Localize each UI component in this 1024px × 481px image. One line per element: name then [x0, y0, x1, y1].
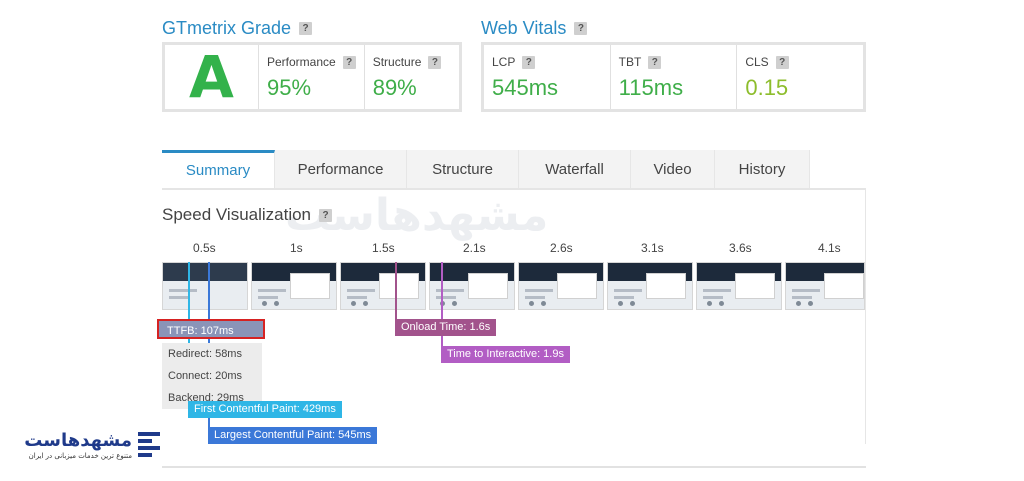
tbt-metric: TBT ? 115ms — [611, 45, 738, 109]
gtmetrix-grade-title-text: GTmetrix Grade — [162, 18, 292, 38]
lcp-help-icon[interactable]: ? — [522, 55, 536, 69]
vitals-panel: LCP ? 545ms TBT ? 115ms CLS ? 0.15 — [481, 42, 866, 112]
web-vitals-title: Web Vitals ? — [481, 18, 588, 39]
filmstrip-frame[interactable] — [607, 262, 693, 310]
ttfb-badge: TTFB: 107ms — [157, 319, 265, 339]
lcp-marker: Largest Contentful Paint: 545ms — [208, 427, 378, 444]
brand-logo: مشهدهاست متنوع ترین خدمات میزبانی در ایر… — [18, 430, 160, 464]
speed-visualization-title-text: Speed Visualization — [162, 205, 312, 224]
bottom-divider — [162, 466, 866, 468]
tbt-label: TBT — [618, 55, 642, 69]
time-label: 2.6s — [550, 241, 573, 255]
time-label: 2.1s — [463, 241, 486, 255]
web-vitals-title-text: Web Vitals — [481, 18, 567, 38]
tab-structure[interactable]: Structure — [407, 150, 519, 188]
report-tabs: Summary Performance Structure Waterfall … — [162, 150, 866, 190]
cls-label: CLS — [745, 55, 769, 69]
structure-label: Structure — [372, 55, 422, 69]
filmstrip-frame[interactable] — [518, 262, 604, 310]
time-label: 3.1s — [641, 241, 664, 255]
tbt-value: 115ms — [618, 75, 684, 100]
logo-tagline: متنوع ترین خدمات میزبانی در ایران — [28, 452, 132, 460]
onload-line — [395, 262, 397, 327]
filmstrip-frame[interactable] — [162, 262, 248, 310]
tab-history[interactable]: History — [715, 150, 810, 188]
grade-help-icon[interactable]: ? — [299, 22, 313, 35]
content-divider — [865, 190, 866, 444]
cls-value: 0.15 — [745, 75, 789, 100]
performance-value: 95% — [267, 75, 312, 100]
cls-help-icon[interactable]: ? — [775, 55, 789, 69]
filmstrip-frame[interactable] — [251, 262, 337, 310]
redirect-label: Redirect: 58ms — [162, 343, 262, 365]
connect-label: Connect: 20ms — [162, 365, 262, 387]
time-label: 0.5s — [193, 241, 216, 255]
tti-line — [441, 262, 443, 354]
fcp-marker: First Contentful Paint: 429ms — [188, 401, 342, 418]
lcp-value: 545ms — [492, 75, 559, 100]
speed-visualization-title: Speed Visualization ? — [162, 205, 333, 225]
speed-help-icon[interactable]: ? — [319, 208, 333, 222]
structure-metric: Structure ? 89% — [365, 45, 459, 109]
lcp-label: LCP — [492, 55, 516, 69]
tab-video[interactable]: Video — [631, 150, 715, 188]
time-label: 3.6s — [729, 241, 752, 255]
logo-mark-icon — [138, 432, 160, 458]
structure-value: 89% — [372, 75, 417, 100]
time-label: 4.1s — [818, 241, 841, 255]
cls-metric: CLS ? 0.15 — [737, 45, 863, 109]
vitals-help-icon[interactable]: ? — [574, 22, 588, 35]
grade-letter: A — [189, 43, 234, 111]
grade-panel: A Performance ? 95% Structure ? 89% — [162, 42, 462, 112]
gtmetrix-grade-title: GTmetrix Grade ? — [162, 18, 313, 39]
filmstrip-frame[interactable] — [785, 262, 865, 310]
performance-metric: Performance ? 95% — [259, 45, 365, 109]
filmstrip-frame[interactable] — [696, 262, 782, 310]
logo-text: مشهدهاست — [24, 430, 132, 451]
tab-summary[interactable]: Summary — [162, 150, 275, 188]
lcp-metric: LCP ? 545ms — [484, 45, 611, 109]
performance-help-icon[interactable]: ? — [342, 55, 356, 69]
time-label: 1.5s — [372, 241, 395, 255]
tab-waterfall[interactable]: Waterfall — [519, 150, 631, 188]
structure-help-icon[interactable]: ? — [428, 55, 442, 69]
watermark: مشهدهاست — [285, 190, 785, 250]
time-label: 1s — [290, 241, 303, 255]
tbt-help-icon[interactable]: ? — [648, 55, 662, 69]
grade-box: A — [165, 43, 259, 111]
tti-marker: Time to Interactive: 1.9s — [441, 346, 570, 363]
filmstrip-frame[interactable] — [340, 262, 426, 310]
performance-label: Performance — [267, 55, 336, 69]
tab-performance[interactable]: Performance — [275, 150, 407, 188]
onload-marker: Onload Time: 1.6s — [395, 319, 497, 336]
